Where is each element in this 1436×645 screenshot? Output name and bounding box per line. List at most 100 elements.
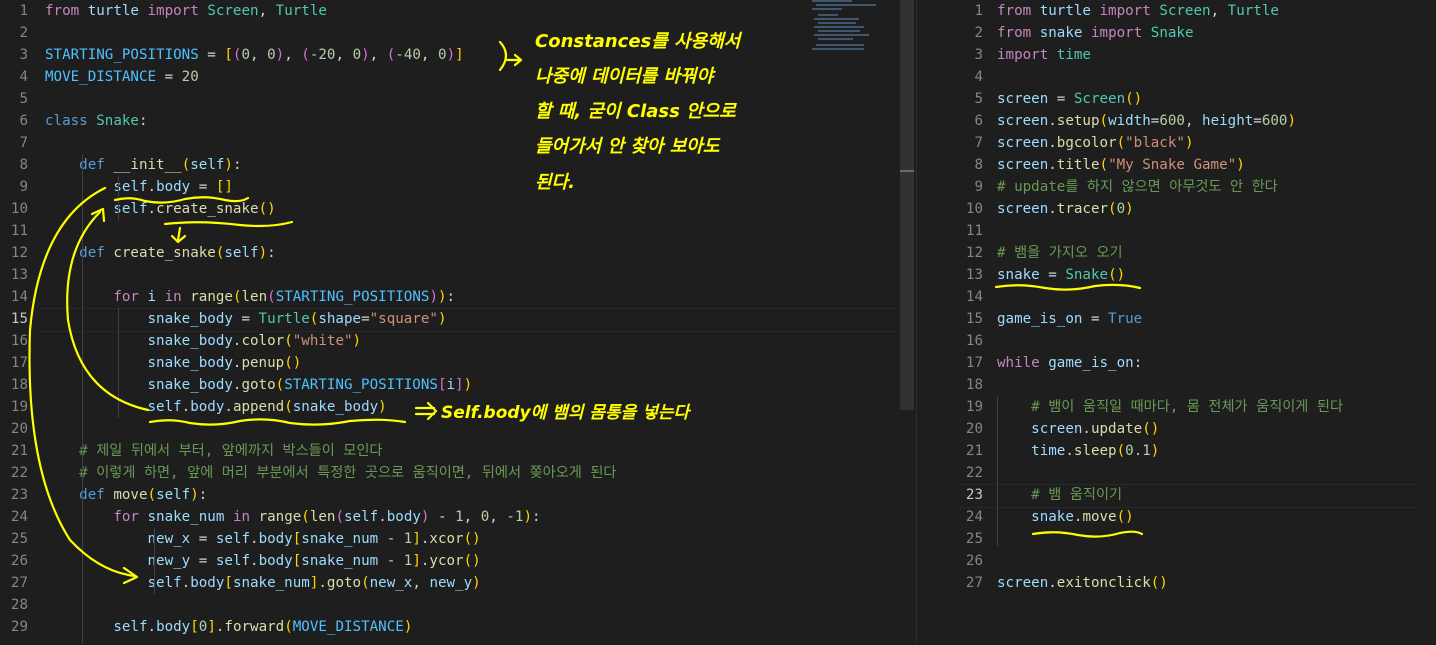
code-text[interactable]: # update를 하지 않으면 아무것도 안 한다 [997, 176, 1278, 198]
code-line[interactable]: 10 screen.tracer(0) [917, 198, 1436, 220]
code-line[interactable]: 24 snake.move() [917, 506, 1436, 528]
code-line[interactable]: 27 self.body[snake_num].goto(new_x, new_… [0, 572, 916, 594]
code-line[interactable]: 29 self.body[0].forward(MOVE_DISTANCE) [0, 616, 916, 638]
code-line[interactable]: 13 [0, 264, 916, 286]
code-line[interactable]: 16 snake_body.color("white") [0, 330, 916, 352]
code-text[interactable]: screen.update() [997, 418, 1159, 440]
code-line[interactable]: 7 [0, 132, 916, 154]
code-text[interactable]: from turtle import Screen, Turtle [997, 0, 1279, 22]
code-line[interactable]: 22 # 이렇게 하면, 앞에 머리 부분에서 특정한 곳으로 움직이면, 뒤에… [0, 462, 916, 484]
code-line[interactable]: 8 def __init__(self): [0, 154, 916, 176]
code-line[interactable]: 6 screen.setup(width=600, height=600) [917, 110, 1436, 132]
code-line[interactable]: 23 # 뱀 움직이기 [917, 484, 1436, 508]
code-line[interactable]: 3 import time [917, 44, 1436, 66]
code-line[interactable]: 10 self.create_snake() [0, 198, 916, 220]
code-line[interactable]: 25 [917, 528, 1436, 550]
code-text[interactable]: self.create_snake() [45, 198, 275, 220]
code-line[interactable]: 4 [917, 66, 1436, 88]
code-line[interactable]: 18 [917, 374, 1436, 396]
code-line[interactable]: 17 while game_is_on: [917, 352, 1436, 374]
code-text[interactable]: self.body[0].forward(MOVE_DISTANCE) [45, 616, 412, 638]
code-text[interactable]: snake_body.color("white") [45, 330, 362, 352]
code-line[interactable]: 2 from snake import Snake [917, 22, 1436, 44]
code-line[interactable]: 21 time.sleep(0.1) [917, 440, 1436, 462]
code-text[interactable]: # 이렇게 하면, 앞에 머리 부분에서 특정한 곳으로 움직이면, 뒤에서 쫒… [45, 462, 616, 484]
code-line[interactable]: 26 new_y = self.body[snake_num - 1].ycor… [0, 550, 916, 572]
code-text[interactable]: while game_is_on: [997, 352, 1142, 374]
code-line[interactable]: 12 # 뱀을 가지오 오기 [917, 242, 1436, 264]
code-line[interactable]: 15 snake_body = Turtle(shape="square") [0, 308, 916, 332]
code-line[interactable]: 22 [917, 462, 1436, 484]
code-line[interactable]: 1 from turtle import Screen, Turtle [0, 0, 916, 22]
code-text[interactable]: STARTING_POSITIONS = [(0, 0), (-20, 0), … [45, 44, 464, 66]
code-line[interactable]: 3 STARTING_POSITIONS = [(0, 0), (-20, 0),… [0, 44, 916, 66]
code-text[interactable]: for i in range(len(STARTING_POSITIONS)): [45, 286, 455, 308]
code-line[interactable]: 8 screen.title("My Snake Game") [917, 154, 1436, 176]
code-text[interactable]: self.body = [] [45, 176, 233, 198]
code-text[interactable]: screen.title("My Snake Game") [997, 154, 1245, 176]
code-line[interactable]: 26 [917, 550, 1436, 572]
code-text[interactable]: self.body[snake_num].goto(new_x, new_y) [45, 572, 481, 594]
code-text[interactable]: time.sleep(0.1) [997, 440, 1159, 462]
code-text[interactable]: new_x = self.body[snake_num - 1].xcor() [45, 528, 481, 550]
code-line[interactable]: 20 [0, 418, 916, 440]
code-text[interactable]: screen.exitonclick() [997, 572, 1168, 594]
code-text[interactable]: snake_body.goto(STARTING_POSITIONS[i]) [45, 374, 473, 396]
code-line[interactable]: 28 [0, 594, 916, 616]
code-text[interactable]: class Snake: [45, 110, 148, 132]
code-text[interactable]: # 뱀이 움직일 때마다, 몸 전체가 움직이게 된다 [997, 396, 1343, 418]
code-text[interactable]: from snake import Snake [997, 22, 1194, 44]
code-text[interactable]: def __init__(self): [45, 154, 241, 176]
code-text[interactable]: screen.tracer(0) [997, 198, 1134, 220]
code-line[interactable]: 9 self.body = [] [0, 176, 916, 198]
code-line[interactable]: 19 # 뱀이 움직일 때마다, 몸 전체가 움직이게 된다 [917, 396, 1436, 418]
code-text[interactable]: snake.move() [997, 506, 1134, 528]
code-line[interactable]: 14 [917, 286, 1436, 308]
code-text[interactable]: screen = Screen() [997, 88, 1142, 110]
left-editor-pane[interactable]: 1 from turtle import Screen, Turtle 2 3 STAR… [0, 0, 916, 645]
code-line[interactable]: 11 [0, 220, 916, 242]
code-text[interactable]: new_y = self.body[snake_num - 1].ycor() [45, 550, 481, 572]
code-line[interactable]: 25 new_x = self.body[snake_num - 1].xcor… [0, 528, 916, 550]
code-line[interactable]: 14 for i in range(len(STARTING_POSITIONS… [0, 286, 916, 308]
code-line[interactable]: 23 def move(self): [0, 484, 916, 506]
code-line[interactable]: 5 screen = Screen() [917, 88, 1436, 110]
code-text[interactable]: import time [997, 44, 1091, 66]
code-line[interactable]: 15 game_is_on = True [917, 308, 1436, 330]
code-text[interactable]: def move(self): [45, 484, 207, 506]
code-line[interactable]: 19 self.body.append(snake_body) [0, 396, 916, 418]
code-text[interactable]: def create_snake(self): [45, 242, 275, 264]
code-line[interactable]: 11 [917, 220, 1436, 242]
code-line[interactable]: 2 [0, 22, 916, 44]
scrollbar[interactable] [900, 0, 914, 410]
code-text[interactable]: snake_body.penup() [45, 352, 302, 374]
code-line[interactable]: 17 snake_body.penup() [0, 352, 916, 374]
code-line[interactable]: 21 # 제일 뒤에서 부터, 앞에까지 박스들이 모인다 [0, 440, 916, 462]
code-line[interactable]: 4 MOVE_DISTANCE = 20 [0, 66, 916, 88]
right-editor-pane[interactable]: 1 from turtle import Screen, Turtle 2 from … [916, 0, 1436, 645]
code-text[interactable]: self.body.append(snake_body) [45, 396, 387, 418]
code-text[interactable]: screen.bgcolor("black") [997, 132, 1193, 154]
code-line[interactable]: 27 screen.exitonclick() [917, 572, 1436, 594]
code-line[interactable]: 6 class Snake: [0, 110, 916, 132]
code-text[interactable]: MOVE_DISTANCE = 20 [45, 66, 199, 88]
code-line[interactable]: 9 # update를 하지 않으면 아무것도 안 한다 [917, 176, 1436, 198]
code-text[interactable]: # 뱀을 가지오 오기 [997, 242, 1123, 264]
code-text[interactable]: snake_body = Turtle(shape="square") [45, 308, 447, 330]
code-line[interactable]: 18 snake_body.goto(STARTING_POSITIONS[i]… [0, 374, 916, 396]
code-text[interactable]: for snake_num in range(len(self.body) - … [45, 506, 540, 528]
code-text[interactable]: snake = Snake() [997, 264, 1125, 286]
code-text[interactable]: from turtle import Screen, Turtle [45, 0, 327, 22]
code-text[interactable]: game_is_on = True [997, 308, 1142, 330]
code-text[interactable]: screen.setup(width=600, height=600) [997, 110, 1296, 132]
code-line[interactable]: 20 screen.update() [917, 418, 1436, 440]
code-line[interactable]: 5 [0, 88, 916, 110]
code-text[interactable]: # 뱀 움직이기 [997, 484, 1122, 506]
code-line[interactable]: 1 from turtle import Screen, Turtle [917, 0, 1436, 22]
code-line[interactable]: 7 screen.bgcolor("black") [917, 132, 1436, 154]
code-line[interactable]: 24 for snake_num in range(len(self.body)… [0, 506, 916, 528]
code-text[interactable]: # 제일 뒤에서 부터, 앞에까지 박스들이 모인다 [45, 440, 382, 462]
code-line[interactable]: 12 def create_snake(self): [0, 242, 916, 264]
code-line[interactable]: 16 [917, 330, 1436, 352]
code-line[interactable]: 13 snake = Snake() [917, 264, 1436, 286]
